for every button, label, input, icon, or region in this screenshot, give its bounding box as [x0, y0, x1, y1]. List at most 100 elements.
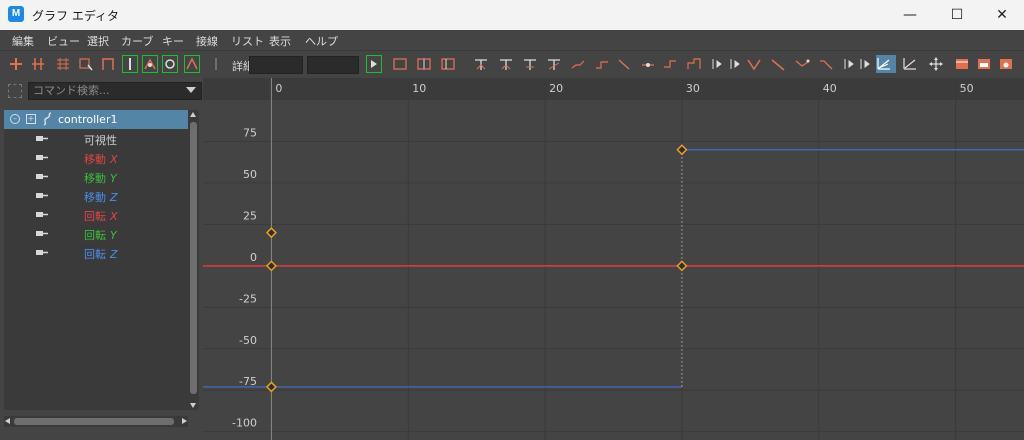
channel-label: 回転 Z — [84, 246, 118, 262]
plateau-tangent-icon[interactable] — [616, 55, 632, 73]
trax-editor-icon[interactable] — [998, 55, 1014, 73]
play-range-icon[interactable] — [366, 55, 382, 73]
y-tick-label: -75 — [239, 375, 257, 388]
channel-icon — [36, 174, 48, 179]
expand-icon[interactable]: + — [26, 114, 36, 124]
pre-infinity-icon[interactable] — [794, 55, 810, 73]
menu-edit[interactable]: 編集 — [12, 33, 34, 49]
menu-view[interactable]: ビュー — [47, 33, 80, 49]
channel-name: 回転 — [84, 210, 106, 223]
collapse-icon[interactable]: – — [10, 114, 20, 124]
spike-key-icon[interactable] — [184, 55, 200, 73]
channel-icon — [36, 136, 48, 141]
clamped-tangent-icon[interactable] — [522, 55, 538, 73]
step-tangent-icon[interactable] — [594, 55, 610, 73]
stacked-curves-icon[interactable] — [876, 55, 896, 73]
channel-name: 移動 — [84, 172, 106, 185]
vertical-scroll-thumb[interactable] — [190, 122, 197, 394]
insert-key-tool-icon[interactable] — [8, 55, 24, 73]
menu-bar: 編集 ビュー 選択 カーブ キー 接線 リスト 表示 ヘルプ — [0, 30, 1024, 50]
y-tick-label: 50 — [243, 168, 257, 181]
tree-item-channel[interactable]: 回転 Y — [4, 224, 188, 243]
menu-select[interactable]: 選択 — [87, 33, 109, 49]
channel-name: 移動 — [84, 153, 106, 166]
channel-name: 可視性 — [84, 134, 117, 147]
horizontal-scroll-thumb[interactable] — [14, 418, 174, 425]
minimize-button[interactable]: — — [887, 0, 933, 30]
vertical-scrollbar[interactable] — [188, 110, 199, 410]
tree-item-channel[interactable]: 移動 Z — [4, 186, 188, 205]
curve-tree: – + controller1 可視性 移動 X 移動 Y 移動 Z 回転 X 回転 Y 回転 Z — [4, 110, 188, 410]
lattice-deform-icon[interactable] — [30, 55, 46, 73]
y-tick-label: -100 — [232, 417, 257, 430]
break-tangent-icon[interactable] — [640, 55, 656, 73]
filter-icon[interactable] — [8, 84, 22, 98]
flat-tangent-icon[interactable] — [570, 55, 586, 73]
frame-selection-icon[interactable] — [416, 55, 432, 73]
menu-help[interactable]: ヘルプ — [305, 33, 338, 49]
command-search-input[interactable]: コマンド検索... — [28, 82, 202, 100]
channel-label: 移動 X — [84, 151, 118, 167]
lock-weight-icon[interactable] — [708, 55, 724, 73]
spline-tangent-icon[interactable] — [498, 55, 514, 73]
tree-item-channel[interactable]: 可視性 — [4, 129, 188, 148]
cycle-infinity-icon[interactable] — [840, 55, 856, 73]
auto-tangent-icon[interactable] — [473, 55, 489, 73]
channel-name: 回転 — [84, 248, 106, 261]
frame-all-icon[interactable] — [392, 55, 408, 73]
x-tick-label: 40 — [823, 82, 837, 95]
dope-sheet-icon[interactable] — [976, 55, 992, 73]
region-tool-icon[interactable] — [55, 55, 71, 73]
frame-playback-icon[interactable] — [440, 55, 456, 73]
channel-icon — [36, 212, 48, 217]
curve-graph[interactable]: 75 50 25 0 -25 -50 -75 -100 0 10 20 30 40 50 — [203, 78, 1024, 440]
tree-item-channel[interactable]: 移動 X — [4, 148, 188, 167]
graph-view[interactable]: 75 50 25 0 -25 -50 -75 -100 0 10 20 30 40 50 — [203, 78, 1024, 440]
up-arrow-key-icon[interactable] — [142, 55, 158, 73]
normalize-view-icon[interactable] — [902, 55, 918, 73]
key-stats-icon[interactable] — [122, 55, 138, 73]
scroll-left-icon[interactable] — [5, 418, 10, 424]
scroll-up-icon[interactable] — [190, 112, 196, 117]
close-button[interactable]: ✕ — [979, 0, 1024, 30]
move-key-icon[interactable] — [928, 55, 944, 73]
linear-tangent-icon[interactable] — [546, 55, 562, 73]
menu-tangents[interactable]: 接線 — [196, 33, 218, 49]
channel-axis: X — [110, 210, 118, 223]
tree-item-label: controller1 — [58, 113, 118, 126]
frame-value-field[interactable] — [249, 56, 303, 74]
menu-show[interactable]: 表示 — [269, 33, 291, 49]
menu-keys[interactable]: キー — [162, 33, 184, 49]
scroll-right-icon[interactable] — [182, 418, 187, 424]
tree-item-channel[interactable]: 回転 Z — [4, 243, 188, 262]
channel-label: 移動 Y — [84, 170, 117, 186]
menu-list[interactable]: リスト — [231, 33, 264, 49]
x-tick-label: 10 — [412, 82, 426, 95]
key-value-field[interactable] — [307, 56, 359, 74]
horizontal-scrollbar[interactable] — [4, 416, 188, 427]
unify-tangent-icon[interactable] — [662, 55, 678, 73]
chevron-down-icon[interactable] — [186, 87, 196, 93]
scroll-down-icon[interactable] — [190, 403, 196, 408]
tree-item-controller1[interactable]: – + controller1 — [4, 110, 188, 129]
channel-name: 移動 — [84, 191, 106, 204]
maximize-button[interactable]: ☐ — [934, 0, 980, 30]
tree-item-channel[interactable]: 回転 X — [4, 205, 188, 224]
channel-label: 回転 X — [84, 208, 118, 224]
circle-key-icon[interactable] — [162, 55, 178, 73]
normalize-curve-icon[interactable] — [746, 55, 762, 73]
post-infinity-icon[interactable] — [818, 55, 834, 73]
tree-item-channel[interactable]: 移動 Y — [4, 167, 188, 186]
frame-bracket-icon[interactable] — [100, 55, 116, 73]
timeline-sync-icon[interactable] — [954, 55, 970, 73]
retime-tool-icon[interactable] — [78, 55, 94, 73]
channel-axis: Z — [110, 191, 118, 204]
free-weight-icon[interactable] — [686, 55, 702, 73]
channel-label: 可視性 — [84, 132, 117, 148]
unlock-weight-icon[interactable] — [726, 55, 742, 73]
denormalize-curve-icon[interactable] — [770, 55, 786, 73]
cycle-offset-icon[interactable] — [856, 55, 872, 73]
menu-curves[interactable]: カーブ — [121, 33, 153, 49]
title-bar: M グラフ エディタ — ☐ ✕ — [0, 0, 1024, 30]
channel-icon — [36, 155, 48, 160]
